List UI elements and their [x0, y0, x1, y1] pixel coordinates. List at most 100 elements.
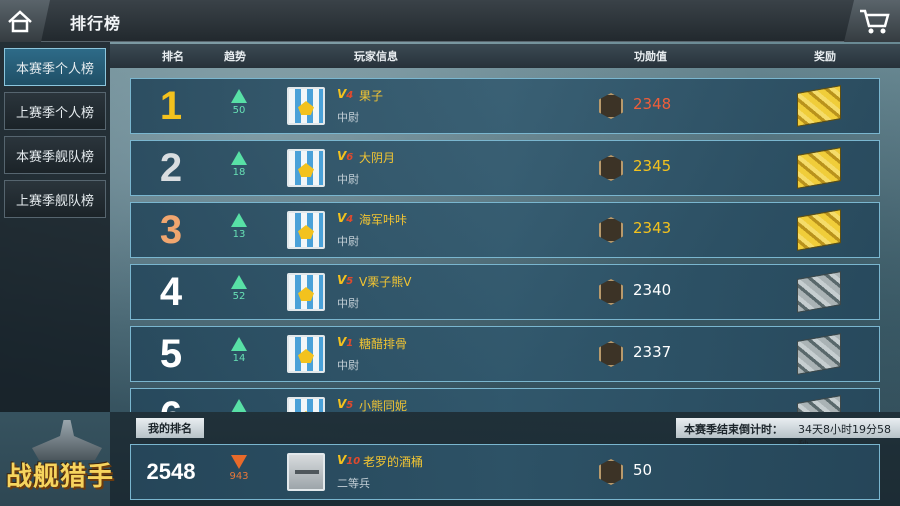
my-rank-number: 2548	[146, 459, 196, 484]
trend-down-icon	[231, 455, 247, 469]
merit-icon	[599, 155, 623, 181]
logo-text: 战舰猎手	[6, 462, 115, 492]
trend: 13	[227, 213, 251, 240]
silver-chest-icon	[797, 271, 841, 313]
silver-chest-icon	[797, 395, 841, 412]
battleship-icon	[32, 420, 102, 460]
trend-up-icon	[231, 275, 247, 289]
trend-value: 13	[232, 229, 246, 240]
rank-badge-icon	[287, 149, 325, 187]
vip-badge: V5	[337, 273, 354, 287]
tab-current-season-personal[interactable]: 本赛季个人榜	[4, 48, 106, 86]
trend-up-icon	[231, 337, 247, 351]
merit-icon	[599, 341, 623, 367]
merit-value: 2337	[633, 343, 672, 361]
sidebar: 本赛季个人榜 上赛季个人榜 本赛季舰队榜 上赛季舰队榜	[0, 42, 110, 412]
leaderboard-list[interactable]: 1 50 V4 果子 中尉 2348 2 18 V6 大阴月 中尉 2345 3…	[110, 68, 900, 412]
trend-value: 14	[232, 353, 246, 364]
rank-number: 4	[159, 270, 183, 314]
trend-up-icon	[231, 151, 247, 165]
rank-number: 1	[159, 84, 183, 128]
silver-chest-icon	[797, 333, 841, 375]
countdown-label: 本赛季结束倒计时：	[684, 423, 783, 436]
player-title: 中尉	[337, 297, 359, 310]
list-item[interactable]: 1 50 V4 果子 中尉 2348	[130, 78, 880, 134]
col-player: 玩家信息	[354, 50, 398, 63]
trend	[227, 399, 251, 412]
player-title: 二等兵	[337, 477, 370, 490]
page-title: 排行榜	[70, 14, 122, 33]
home-icon	[8, 10, 32, 33]
trend-up-icon	[231, 89, 247, 103]
cart-icon	[860, 9, 890, 34]
col-merit: 功勋值	[634, 50, 667, 63]
season-countdown: 本赛季结束倒计时： 34天8小时19分58秒	[676, 418, 900, 452]
vip-badge: V5	[337, 397, 354, 411]
rank-badge-icon	[287, 211, 325, 249]
col-trend: 趋势	[224, 50, 246, 63]
player-name: 老罗的酒桶	[363, 455, 424, 469]
trend-up-icon	[231, 399, 247, 412]
trend-value: 18	[232, 167, 246, 178]
merit-icon	[599, 217, 623, 243]
tab-last-season-personal[interactable]: 上赛季个人榜	[4, 92, 106, 130]
merit-icon	[599, 279, 623, 305]
tab-current-season-fleet[interactable]: 本赛季舰队榜	[4, 136, 106, 174]
rank-number: 6	[151, 393, 191, 412]
game-logo: 战舰猎手	[4, 416, 134, 502]
vip-badge: V6	[337, 149, 354, 163]
player-title: 中尉	[337, 173, 359, 186]
top-bar: 排行榜	[0, 0, 900, 42]
rank-number: 3	[159, 208, 183, 252]
trend: 943	[227, 455, 251, 482]
merit-icon	[599, 459, 623, 485]
shop-cart-button[interactable]	[844, 0, 900, 42]
trend-value: 50	[232, 105, 246, 116]
rank-number: 2	[159, 146, 183, 190]
trend-up-icon	[231, 213, 247, 227]
trend-value: 943	[229, 471, 249, 482]
rank-badge-icon	[287, 87, 325, 125]
player-name: 海军咔咔	[359, 213, 408, 227]
col-rank: 排名	[162, 50, 184, 63]
list-item[interactable]: 5 14 V1 糖醋排骨 中尉 2337	[130, 326, 880, 382]
merit-value: 2345	[633, 157, 672, 175]
player-name: 糖醋排骨	[359, 337, 408, 351]
col-reward: 奖励	[814, 50, 836, 63]
list-item[interactable]: 2 18 V6 大阴月 中尉 2345	[130, 140, 880, 196]
tab-last-season-fleet[interactable]: 上赛季舰队榜	[4, 180, 106, 218]
vip-badge: V1	[337, 335, 354, 349]
player-name: V栗子熊V	[359, 275, 412, 289]
player-title: 中尉	[337, 359, 359, 372]
column-header: 排名 趋势 玩家信息 功勋值 奖励	[110, 44, 900, 68]
home-button[interactable]	[0, 0, 50, 42]
list-item[interactable]: 3 13 V4 海军咔咔 中尉 2343	[130, 202, 880, 258]
merit-value: 2348	[633, 95, 672, 113]
merit-value: 50	[633, 461, 653, 479]
player-title: 中尉	[337, 111, 359, 124]
my-rank-label: 我的排名	[136, 418, 204, 438]
player-name: 果子	[359, 89, 384, 103]
trend-value: 52	[232, 291, 246, 302]
my-rank-row[interactable]: 2548 943 V10 老罗的酒桶 二等兵 50	[130, 444, 880, 500]
player-name: 大阴月	[359, 151, 396, 165]
trend: 18	[227, 151, 251, 178]
trend: 52	[227, 275, 251, 302]
rank-badge-icon	[287, 273, 325, 311]
merit-value: 2343	[633, 219, 672, 237]
merit-value: 2340	[633, 281, 672, 299]
gold-chest-icon	[797, 209, 841, 251]
vip-badge: V4	[337, 211, 354, 225]
player-name: 小熊同妮	[359, 399, 408, 412]
trend: 14	[227, 337, 251, 364]
list-item[interactable]: 6 V5 小熊同妮	[130, 388, 880, 412]
gold-chest-icon	[797, 147, 841, 189]
trend: 50	[227, 89, 251, 116]
gold-chest-icon	[797, 85, 841, 127]
vip-badge: V10	[337, 453, 361, 467]
rank-badge-icon	[287, 397, 325, 412]
list-item[interactable]: 4 52 V5 V栗子熊V 中尉 2340	[130, 264, 880, 320]
rank-badge-icon	[287, 453, 325, 491]
merit-icon	[599, 93, 623, 119]
vip-badge: V4	[337, 87, 354, 101]
